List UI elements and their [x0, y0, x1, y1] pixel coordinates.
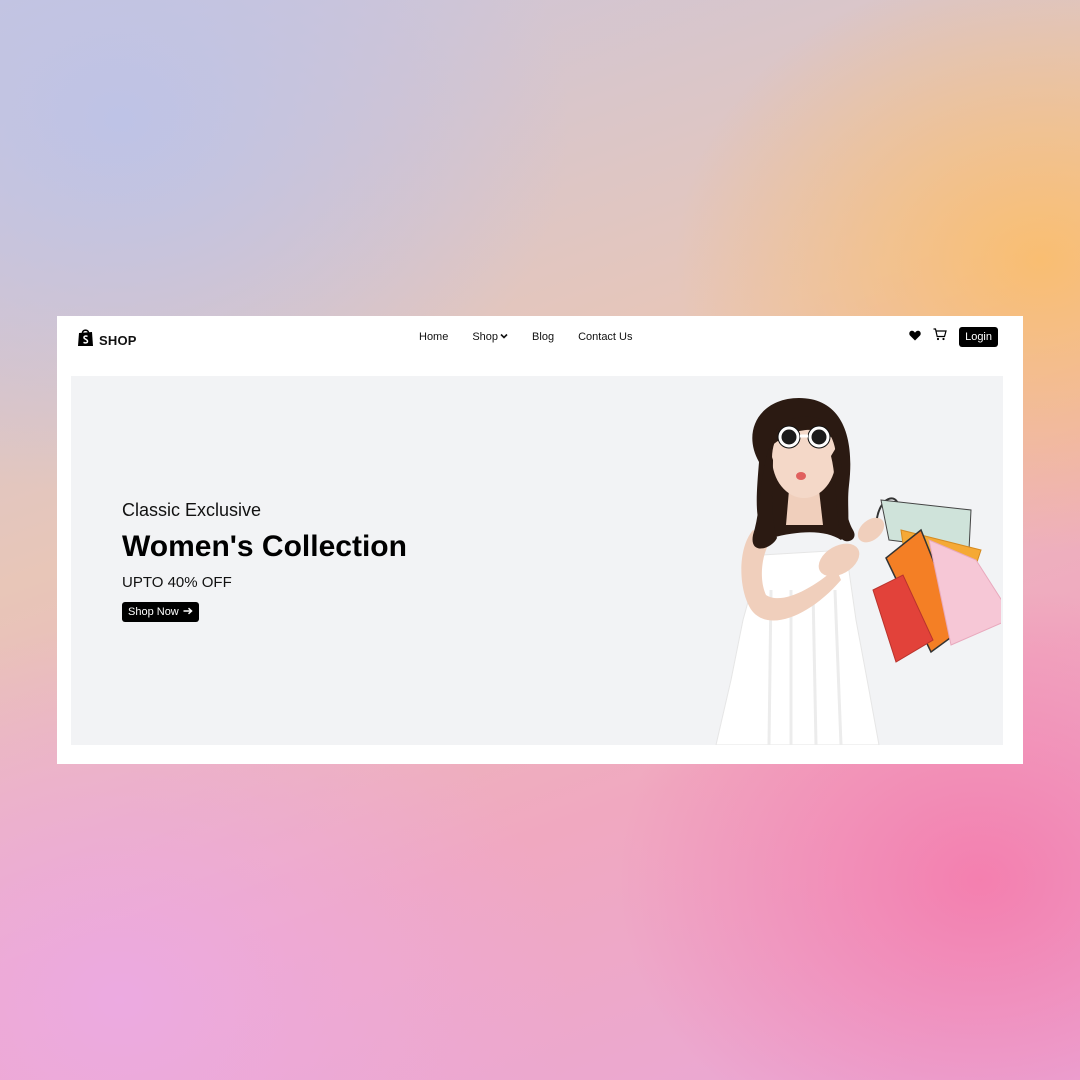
model-with-shopping-bags-image [715, 398, 1001, 745]
brand-name: SHOP [99, 332, 137, 348]
shop-now-button[interactable]: Shop Now [122, 602, 199, 622]
nav-blog[interactable]: Blog [532, 331, 554, 343]
shopping-bag-icon [77, 328, 94, 352]
hero-eyebrow: Classic Exclusive [122, 500, 262, 520]
nav-actions: Login [909, 327, 998, 347]
cart-icon[interactable] [933, 328, 947, 346]
arrow-right-icon [183, 606, 193, 618]
heart-icon[interactable] [909, 328, 921, 346]
hero-offer: UPTO 40% OFF [122, 574, 232, 591]
nav-home[interactable]: Home [419, 331, 448, 343]
chevron-down-icon [500, 331, 508, 343]
shop-now-label: Shop Now [128, 606, 179, 618]
hero-banner: Classic Exclusive Women's Collection UPT… [71, 376, 1003, 745]
brand-logo[interactable]: SHOP [77, 328, 137, 352]
top-navigation: SHOP Home Shop Blog Contact Us Login [57, 316, 1023, 360]
login-button[interactable]: Login [959, 327, 998, 347]
nav-shop[interactable]: Shop [472, 331, 508, 343]
main-menu: Home Shop Blog Contact Us [419, 331, 633, 343]
hero-headline: Women's Collection [122, 530, 407, 563]
nav-shop-label: Shop [472, 331, 499, 343]
website-card: SHOP Home Shop Blog Contact Us Login Cla… [57, 316, 1023, 764]
nav-contact[interactable]: Contact Us [578, 331, 632, 343]
